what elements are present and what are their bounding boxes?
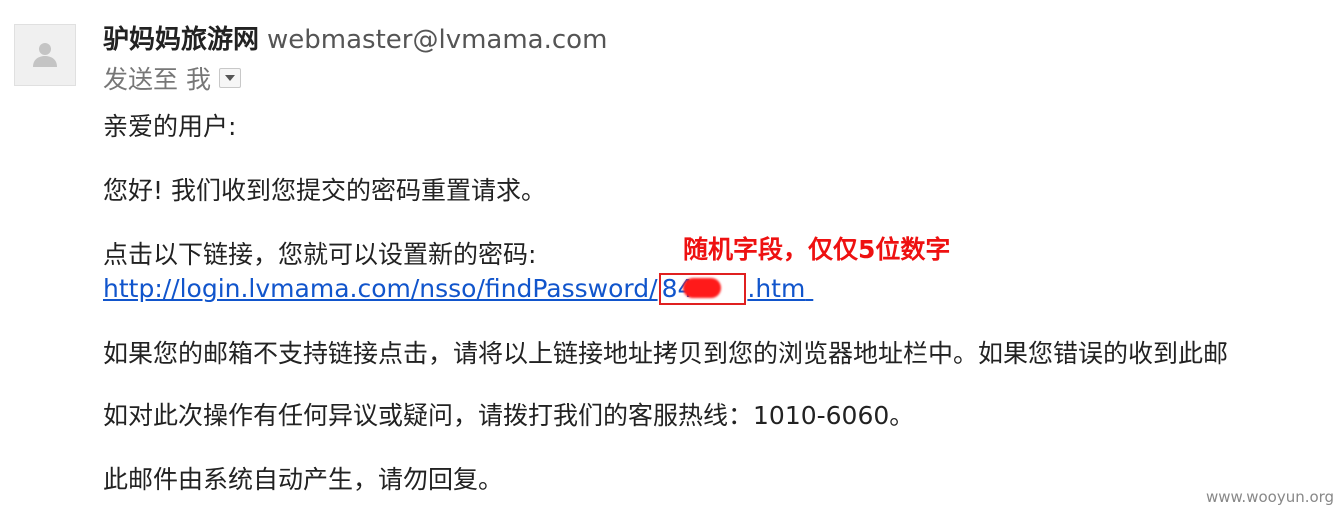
recipient-details-dropdown[interactable] [218,68,241,88]
annotation-note: 随机字段，仅仅5位数字 [683,235,951,264]
greeting-text: 亲爱的用户: [103,112,237,141]
recipient-line: 发送至 我 [103,62,241,98]
token-highlight-box: 84 [658,273,747,305]
watermark-text: www.wooyun.org [1206,488,1335,506]
reset-link-prefix: http://login.lvmama.com/nsso/findPasswor… [103,274,658,303]
hello-text: 您好! 我们收到您提交的密码重置请求。 [103,176,546,205]
auto-generated-text: 此邮件由系统自动产生，请勿回复。 [103,465,504,494]
click-instruction-text: 点击以下链接，您就可以设置新的密码: [103,240,537,269]
reset-link-suffix: .htm [747,274,806,303]
person-icon [33,43,57,67]
password-reset-link[interactable]: http://login.lvmama.com/nsso/findPasswor… [103,273,813,305]
sender-line: 驴妈妈旅游网 webmaster@lvmama.com [103,22,607,58]
redaction-mark [682,278,721,298]
sender-name: 驴妈妈旅游网 [103,25,260,55]
chevron-down-icon [224,75,235,81]
recipient-label: 发送至 我 [103,65,211,94]
contact-text: 如对此次操作有任何异议或疑问，请拨打我们的客服热线：1010-6060。 [103,401,915,430]
sender-email: webmaster@lvmama.com [267,25,608,55]
reset-link-line: http://login.lvmama.com/nsso/findPasswor… [103,272,813,306]
unsupported-link-text: 如果您的邮箱不支持链接点击，请将以上链接地址拷贝到您的浏览器地址栏中。如果您错误… [103,339,1229,368]
sender-avatar [14,24,76,86]
